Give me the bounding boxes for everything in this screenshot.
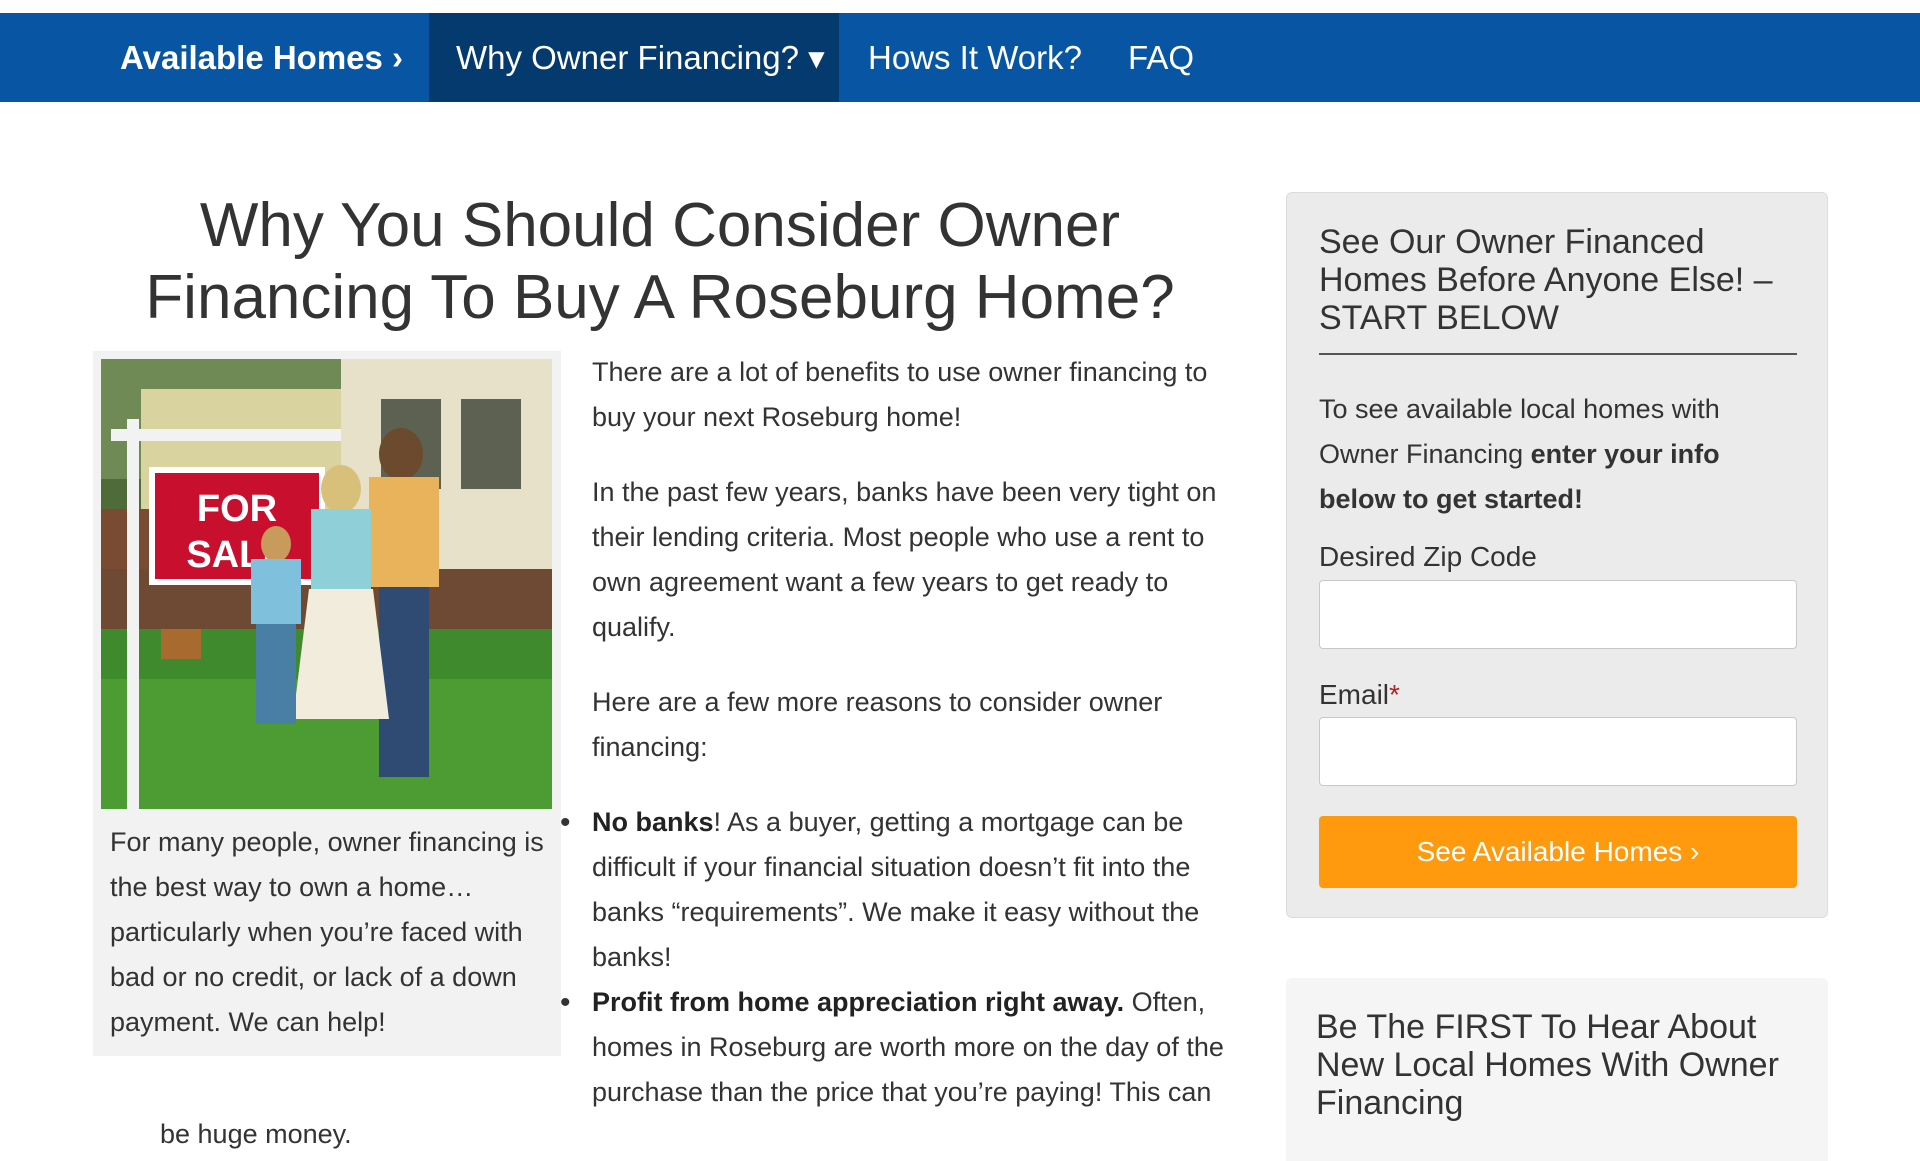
list-item: No banks! As a buyer, getting a mortgage…	[560, 800, 1232, 980]
email-label-text: Email	[1319, 679, 1390, 710]
nav-why-owner-financing[interactable]: Why Owner Financing? ▾	[429, 13, 839, 102]
list-item-bold: No banks	[592, 807, 714, 837]
reasons-list: No banks! As a buyer, getting a mortgage…	[560, 800, 1232, 1115]
paragraph: In the past few years, banks have been v…	[592, 477, 1217, 642]
for-sale-family-photo: FOR SALE	[101, 359, 552, 809]
paragraph: There are a lot of benefits to use owner…	[592, 357, 1208, 432]
sidebar-title: See Our Owner Financed Homes Before Anyo…	[1319, 223, 1773, 337]
list-item-continuation: be huge money.	[160, 1119, 352, 1149]
zip-code-input[interactable]	[1319, 580, 1797, 649]
image-caption: For many people, owner financing is the …	[110, 827, 544, 1037]
top-navigation-bar: Available Homes › Why Owner Financing? ▾…	[0, 13, 1920, 102]
nav-available-homes[interactable]: Available Homes ›	[120, 13, 403, 102]
lead-form-sidebar: See Our Owner Financed Homes Before Anyo…	[1286, 192, 1828, 918]
list-item: Profit from home appreciation right away…	[560, 980, 1232, 1115]
newsletter-title: Be The FIRST To Hear About New Local Hom…	[1316, 1008, 1779, 1122]
paragraph: Here are a few more reasons to consider …	[592, 687, 1163, 762]
newsletter-sidebar: Be The FIRST To Hear About New Local Hom…	[1286, 978, 1828, 1161]
divider	[1319, 353, 1797, 355]
email-label: Email*	[1319, 679, 1400, 711]
zip-code-label: Desired Zip Code	[1319, 541, 1537, 572]
nav-hows-it-work[interactable]: Hows It Work?	[868, 13, 1082, 102]
email-input[interactable]	[1319, 717, 1797, 786]
required-asterisk: *	[1389, 679, 1400, 710]
sidebar-intro: To see available local homes with Owner …	[1319, 387, 1789, 522]
page-title: Why You Should Consider Owner Financing …	[145, 191, 1175, 332]
see-available-homes-button[interactable]: See Available Homes ›	[1319, 816, 1797, 888]
nav-faq[interactable]: FAQ	[1128, 13, 1194, 102]
list-item-bold: Profit from home appreciation right away…	[592, 987, 1125, 1017]
for-sale-sign-text: FOR	[197, 488, 277, 530]
main-content: There are a lot of benefits to use owner…	[560, 350, 1232, 1115]
